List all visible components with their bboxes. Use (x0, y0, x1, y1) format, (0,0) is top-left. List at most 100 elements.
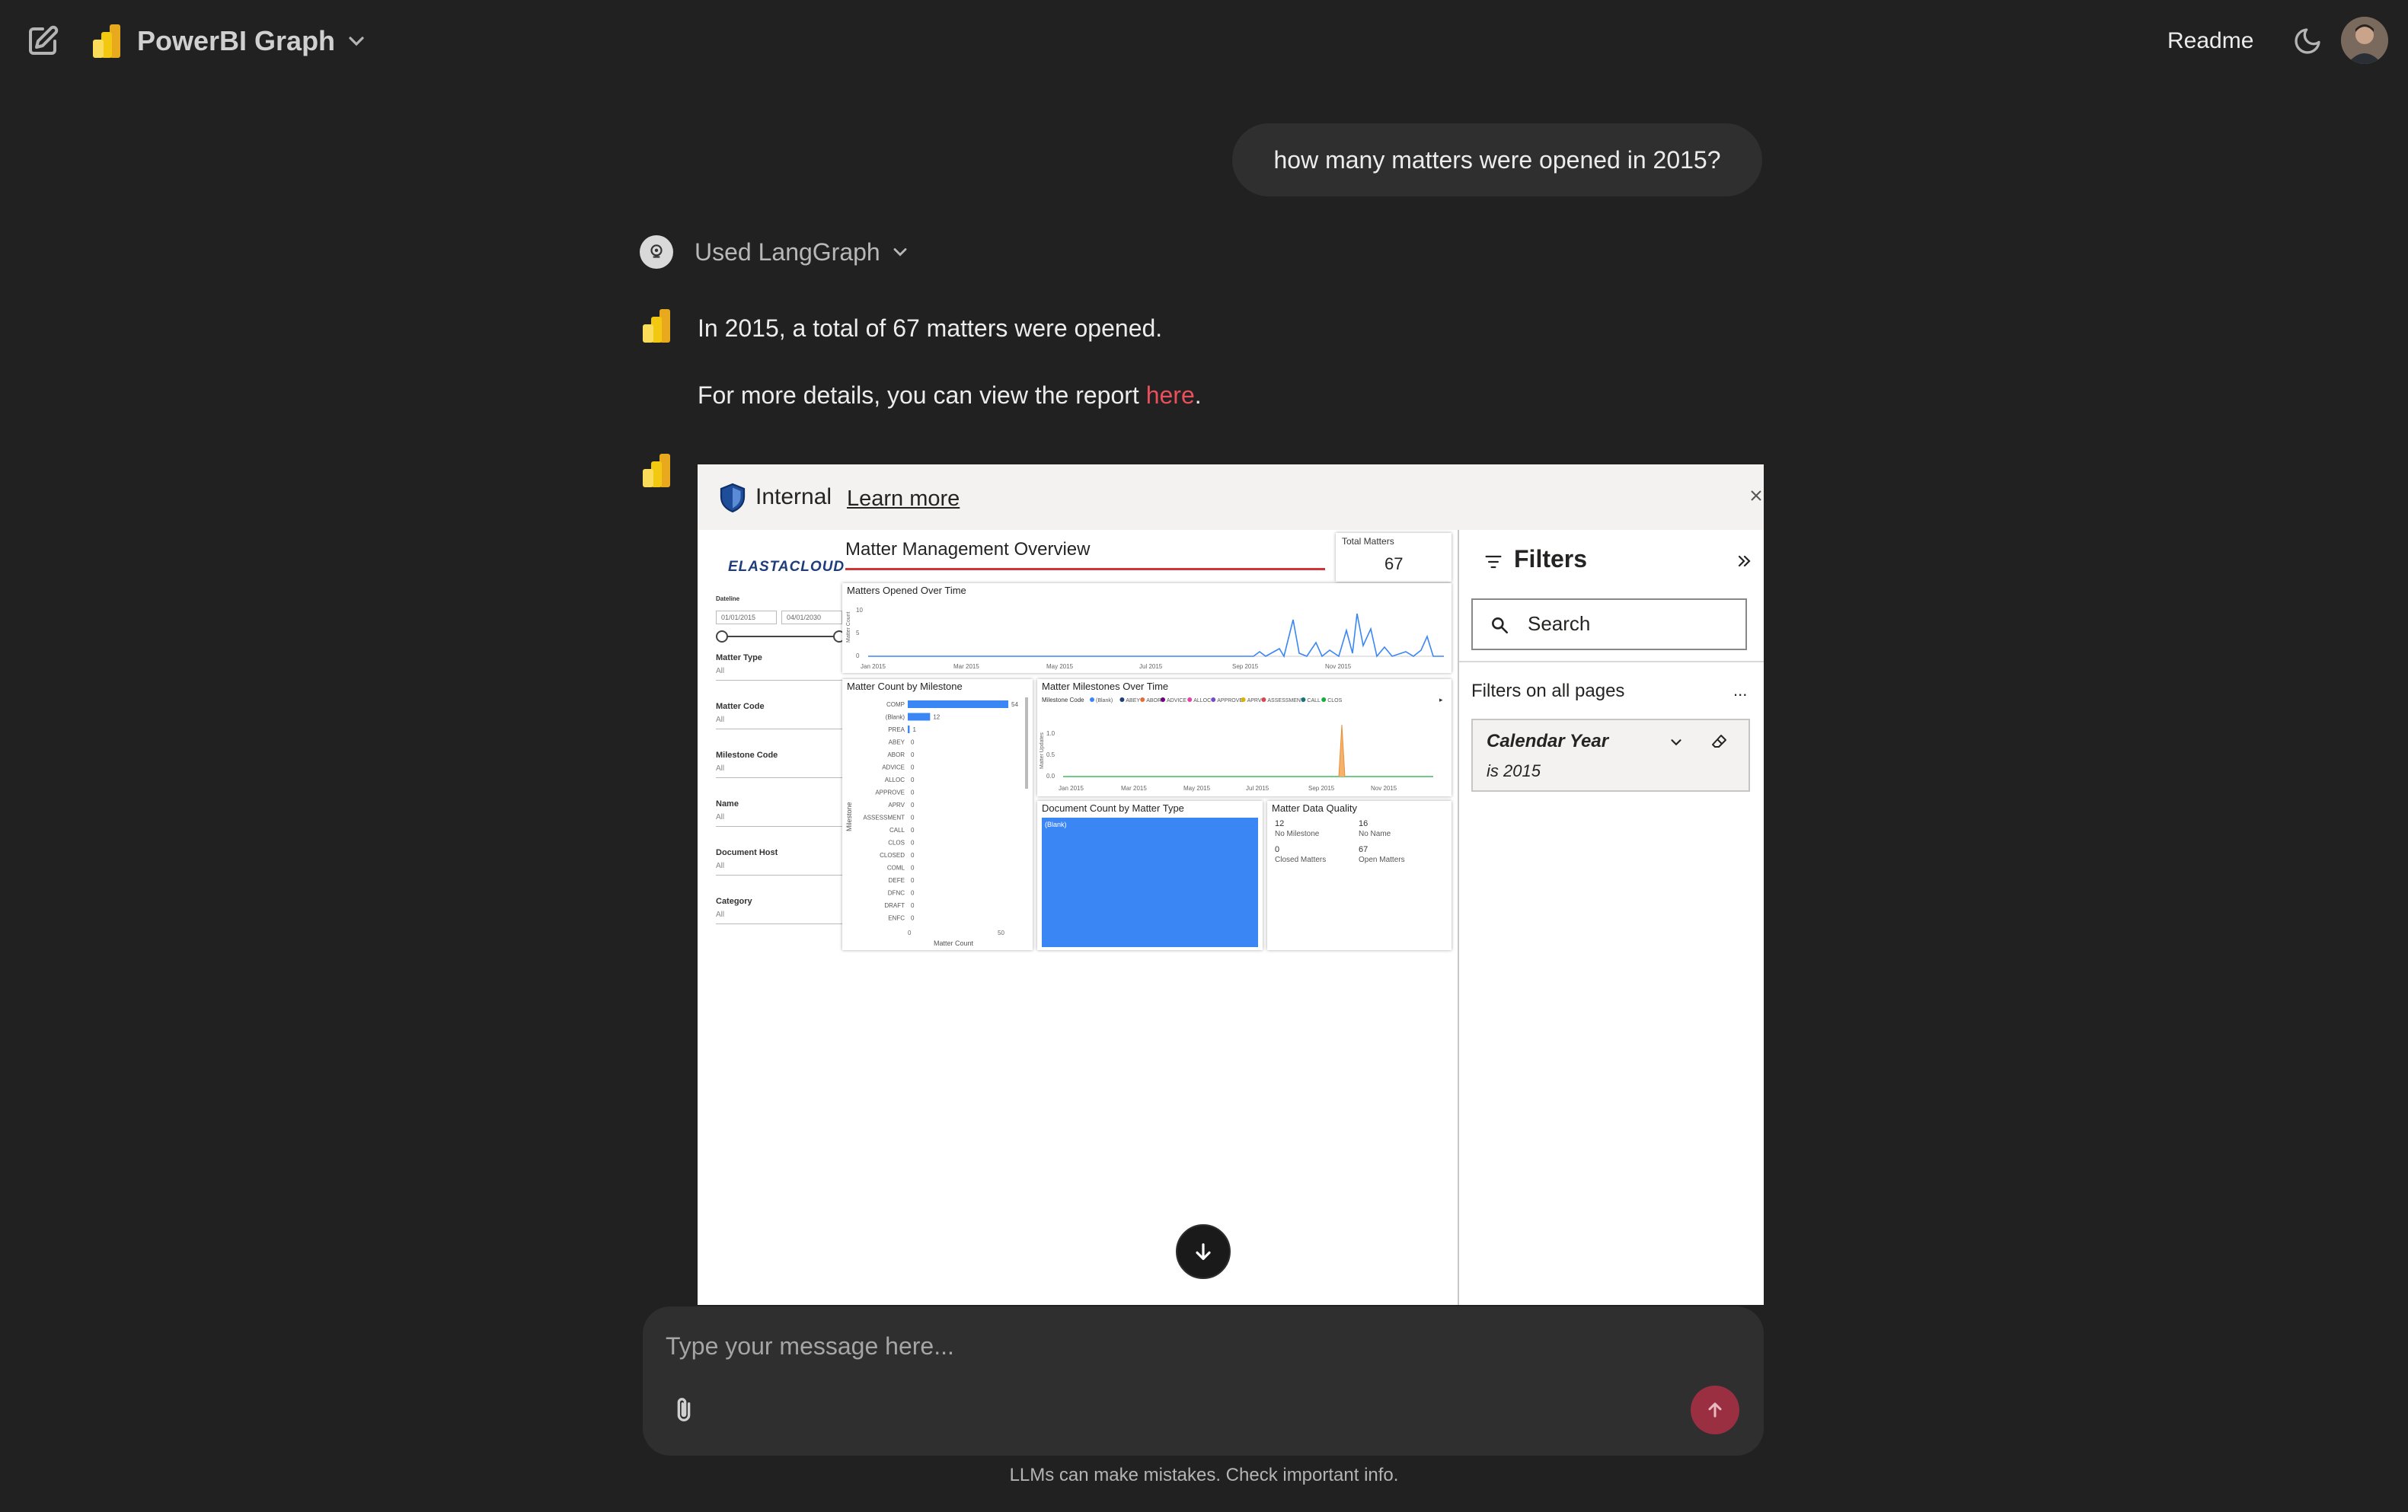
message-input[interactable] (666, 1325, 1732, 1367)
y-tick-label: 1.0 (1046, 730, 1055, 737)
data-label: 0 (911, 840, 915, 847)
chevron-down-icon (893, 248, 907, 257)
filter-search-input[interactable]: Search (1471, 598, 1747, 650)
shield-icon (720, 483, 746, 513)
legend-label: ADVICE (1167, 698, 1186, 703)
data-label: 0 (911, 751, 915, 758)
filters-pane: Filters Search Filters on all pages ... … (1458, 530, 1764, 1305)
treemap-blank-tile[interactable]: (Blank) (1042, 818, 1258, 947)
data-label: 1 (912, 726, 916, 733)
category-label: DFNC (888, 890, 905, 897)
category-label: CLOS (888, 840, 905, 847)
category-label: DRAFT (884, 902, 905, 909)
bar (908, 713, 931, 721)
powerbi-embed[interactable]: Internal Learn more ELASTACLOUD Dateline… (698, 464, 1764, 1305)
bar (908, 726, 910, 733)
legend-next-arrow: ▸ (1439, 696, 1443, 703)
slicer-dropdown[interactable]: All (716, 764, 845, 778)
slicer-dropdown[interactable]: All (716, 911, 845, 924)
category-label: COML (887, 865, 905, 872)
report-link[interactable]: here (1146, 381, 1195, 409)
arrow-up-icon (1708, 1402, 1722, 1418)
chevron-down-icon[interactable] (1668, 734, 1685, 751)
y-tick-label: 0 (856, 652, 860, 659)
slicer-dropdown[interactable]: All (716, 862, 845, 876)
theme-toggle-moon-icon[interactable] (2292, 26, 2323, 56)
x-tick-label: Jan 2015 (1059, 785, 1084, 792)
filter-card-value: is 2015 (1487, 761, 1541, 780)
tool-usage-toggle[interactable]: Used LangGraph (640, 233, 911, 271)
x-tick-label: May 2015 (1183, 785, 1211, 792)
chevron-down-icon[interactable] (344, 29, 369, 53)
sensitivity-label: Internal (755, 484, 832, 509)
data-label: 0 (911, 852, 915, 859)
data-label: 0 (911, 827, 915, 834)
quality-value: 67 (1359, 845, 1368, 854)
legend-marker (1301, 697, 1306, 702)
slicer-dropdown[interactable]: All (716, 667, 845, 681)
category-label: ENFC (888, 915, 905, 922)
collapse-pane-icon[interactable] (1735, 551, 1753, 571)
data-quality-panel: Matter Data Quality 12 No Milestone 16 No N… (1267, 801, 1452, 950)
legend-title: Milestone Code (1042, 697, 1084, 703)
quality-value: 0 (1275, 845, 1280, 854)
message-composer (643, 1306, 1764, 1456)
date-range-slider[interactable] (716, 629, 845, 644)
more-options-button[interactable]: ... (1733, 681, 1747, 700)
user-avatar[interactable] (2341, 17, 2388, 64)
filters-section-label: Filters on all pages (1471, 681, 1625, 701)
filters-title: Filters (1514, 545, 1588, 573)
send-button[interactable] (1691, 1386, 1739, 1434)
quality-value: 16 (1359, 819, 1368, 828)
quality-label: Closed Matters (1275, 856, 1327, 864)
slicer-label: Matter Code (716, 702, 765, 711)
x-tick-label: Mar 2015 (953, 663, 979, 670)
legend-label: (Blank) (1096, 698, 1113, 703)
search-icon (1492, 617, 1509, 634)
date-to-input[interactable]: 04/01/2030 (781, 611, 842, 624)
new-chat-icon[interactable] (24, 23, 61, 59)
x-tick-label: Jul 2015 (1246, 785, 1269, 792)
data-label: 0 (911, 865, 915, 872)
category-label: APRV (888, 802, 905, 809)
date-slicer-label: Dateline (716, 595, 740, 602)
data-label: 0 (911, 902, 915, 909)
matters-opened-chart: 0 5 10 Jan 2015 Mar 2015 May 2015 Jul 2015 Sep … (846, 607, 1444, 670)
details-suffix: . (1194, 381, 1202, 409)
date-from-input[interactable]: 01/01/2015 (716, 611, 777, 624)
calendar-year-filter-card[interactable]: Calendar Year is 2015 (1471, 719, 1750, 792)
legend-label: APPROVE (1217, 698, 1243, 703)
x-tick-label: Jan 2015 (861, 663, 886, 670)
filter-card-title: Calendar Year (1487, 731, 1609, 751)
y-tick-label: 0.5 (1046, 751, 1055, 758)
readme-button[interactable]: Readme (2167, 24, 2253, 58)
slicer-dropdown[interactable]: All (716, 716, 845, 729)
close-icon[interactable] (1749, 483, 1764, 509)
y-tick-label: 0.0 (1046, 773, 1055, 780)
sensitivity-banner: Internal Learn more (698, 464, 1764, 530)
legend-marker (1321, 697, 1327, 702)
category-label: COMP (886, 701, 905, 708)
user-message-bubble: how many matters were opened in 2015? (1232, 123, 1762, 196)
data-label: 54 (1011, 701, 1018, 708)
learn-more-link[interactable]: Learn more (847, 483, 960, 515)
report-canvas: ELASTACLOUD Dateline 01/01/2015 04/01/20… (698, 530, 1459, 1305)
legend-label: CLOS (1327, 698, 1342, 703)
slicer-label: Milestone Code (716, 751, 778, 760)
bar (908, 700, 1008, 708)
legend-marker (1161, 697, 1165, 702)
divider (1459, 661, 1764, 662)
app-title[interactable]: PowerBI Graph (137, 23, 335, 59)
kpi-label: Total Matters (1342, 536, 1394, 547)
paperclip-icon[interactable] (669, 1392, 699, 1428)
clear-filter-eraser-icon[interactable] (1710, 732, 1729, 751)
legend-marker (1261, 697, 1266, 702)
legend-marker (1187, 697, 1193, 702)
category-label: ABEY (889, 739, 905, 746)
legend-label: ALLOC (1193, 698, 1211, 703)
legend-marker (1090, 697, 1094, 702)
category-label: CLOSED (880, 852, 905, 859)
slicer-dropdown[interactable]: All (716, 813, 845, 827)
category-label: APPROVE (875, 789, 905, 796)
scroll-to-bottom-button[interactable] (1176, 1224, 1231, 1279)
